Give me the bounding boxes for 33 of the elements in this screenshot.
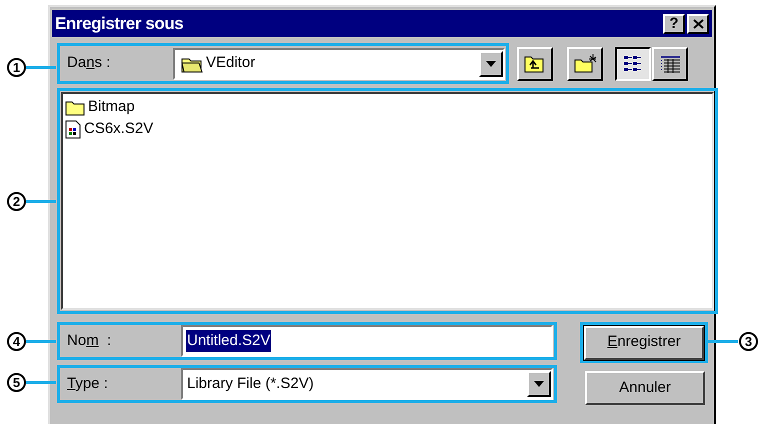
folder-icon (65, 98, 85, 116)
location-value: VEditor (206, 53, 256, 74)
callout-number: 2 (7, 192, 26, 211)
callout-number: 3 (739, 332, 758, 351)
up-folder-button[interactable] (517, 46, 553, 80)
file-item[interactable]: Bitmap (88, 96, 135, 118)
help-button[interactable]: ? (663, 14, 685, 34)
filetype-combo[interactable]: Library File (*.S2V) (181, 368, 553, 400)
callout-number: 1 (7, 58, 26, 77)
filename-label: Nom : (67, 330, 112, 351)
close-button[interactable] (687, 14, 709, 34)
location-combo[interactable]: VEditor (173, 48, 505, 80)
caret-icon (534, 381, 544, 387)
filename-value: Untitled.S2V (186, 330, 272, 352)
filename-field[interactable]: Untitled.S2V (181, 325, 553, 357)
close-icon (692, 18, 704, 28)
location-label: Dans : (67, 53, 112, 74)
callout-number: 4 (7, 332, 26, 351)
new-folder-button[interactable] (567, 46, 603, 80)
file-item[interactable]: CS6x.S2V (84, 118, 154, 140)
filetype-label: Type : (67, 374, 109, 394)
cancel-button[interactable]: Annuler (585, 371, 705, 405)
save-button[interactable]: Enregistrer (584, 326, 704, 360)
details-view-button[interactable] (652, 46, 688, 80)
new-folder-icon (572, 52, 598, 76)
caret-icon (486, 60, 496, 66)
dropdown-button[interactable] (527, 371, 551, 397)
dropdown-button[interactable] (479, 50, 503, 76)
callout-number: 5 (7, 373, 26, 392)
filetype-value: Library File (*.S2V) (187, 374, 315, 394)
window-title: Enregistrer sous (55, 12, 184, 35)
list-view-button[interactable] (615, 46, 651, 80)
file-icon (65, 120, 81, 138)
